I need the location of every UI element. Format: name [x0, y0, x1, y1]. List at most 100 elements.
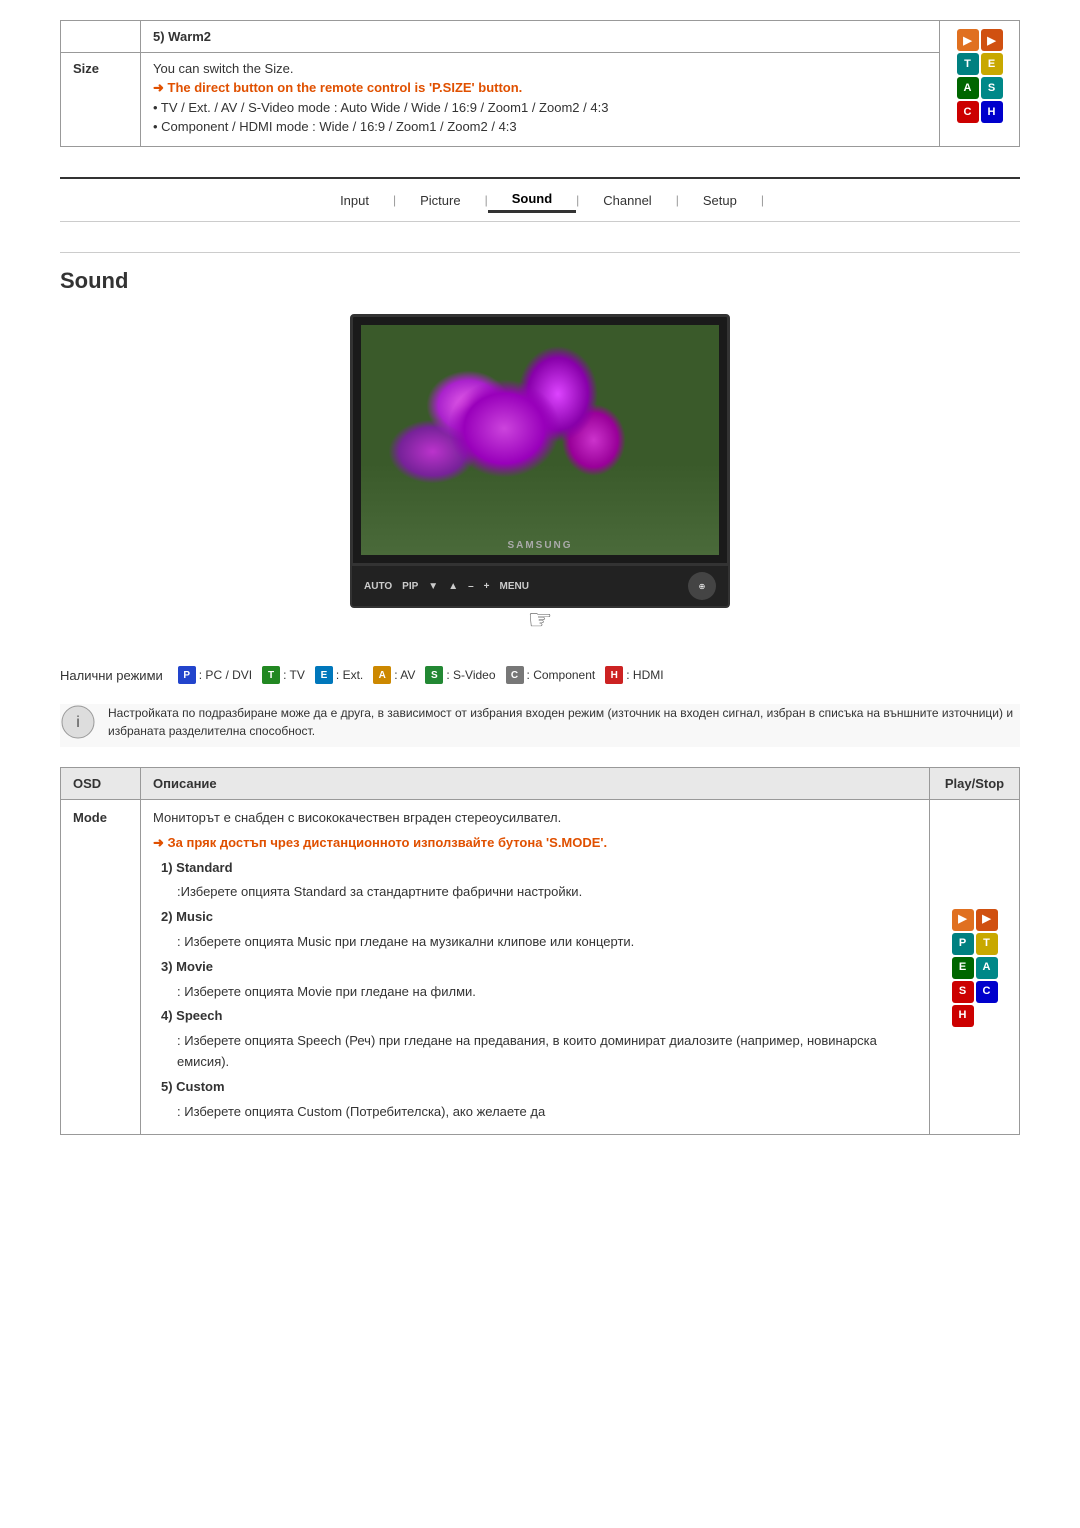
- desc-line-11: : Изберете опцията Custom (Потребителска…: [177, 1102, 917, 1123]
- icon-t: T: [262, 666, 280, 684]
- size-content-cell: You can switch the Size. ➜ The direct bu…: [141, 53, 940, 147]
- desc-line-0: Мониторът е снабден с висококачествен вг…: [153, 808, 917, 829]
- mode-badge-play2: ▶: [976, 909, 998, 931]
- mode-pc-dvi-text: : PC / DVI: [199, 668, 252, 682]
- size-label-text: Size: [73, 61, 99, 76]
- section-title: Sound: [60, 268, 1020, 294]
- size-tv: • TV / Ext. / AV / S-Video mode : Auto W…: [153, 100, 927, 115]
- icon-h: H: [605, 666, 623, 684]
- tv-illustration: SAMSUNG AUTO PIP ▼ ▲ – + MENU ⊕ ☞: [60, 314, 1020, 636]
- desc-line-2: 1) Standard: [161, 858, 917, 879]
- icon-s: S: [425, 666, 443, 684]
- nav-item-picture[interactable]: Picture: [396, 189, 484, 212]
- tv-wrapper: SAMSUNG AUTO PIP ▼ ▲ – + MENU ⊕ ☞: [350, 314, 730, 636]
- size-hdmi: • Component / HDMI mode : Wide / 16:9 / …: [153, 119, 927, 134]
- mode-badge-c: C: [976, 981, 998, 1003]
- note-text: Настройката по подразбиране може да е др…: [108, 704, 1020, 740]
- badge-c: C: [957, 101, 979, 123]
- tv-btn-up: ▲: [448, 581, 458, 592]
- source-icon: ⊕: [699, 582, 706, 591]
- nav-item-input[interactable]: Input: [316, 189, 393, 212]
- badge-play: ▶: [957, 29, 979, 51]
- icon-e: E: [315, 666, 333, 684]
- mode-pc-dvi: P : PC / DVI: [178, 666, 252, 684]
- desc-line-7: : Изберете опцията Movie при гледане на …: [177, 982, 917, 1003]
- col-header-osd: OSD: [61, 768, 141, 800]
- tv-btn-source: ⊕: [688, 572, 716, 600]
- main-table: OSD Описание Play/Stop Mode Мониторът е …: [60, 767, 1020, 1135]
- desc-line-4: 2) Music: [161, 907, 917, 928]
- badge-s: S: [981, 77, 1003, 99]
- mode-badge-a: A: [976, 957, 998, 979]
- mode-component: C : Component: [506, 666, 596, 684]
- mode-badge-play1: ▶: [952, 909, 974, 931]
- tv-flower-image: [361, 325, 719, 555]
- mode-hdmi: H : HDMI: [605, 666, 663, 684]
- mode-badge-h: H: [952, 1005, 974, 1027]
- warm2-label-cell: [61, 21, 141, 53]
- mode-ext: E : Ext.: [315, 666, 363, 684]
- note-box: i Настройката по подразбиране може да е …: [60, 704, 1020, 747]
- desc-line-5: : Изберете опцията Music при гледане на …: [177, 932, 917, 953]
- size-table: 5) Warm2 ▶ ▶ T E A S C H Size You: [60, 20, 1020, 147]
- mode-badge-p: P: [952, 933, 974, 955]
- desc-line-8: 4) Speech: [161, 1006, 917, 1027]
- svg-text:i: i: [76, 714, 80, 731]
- desc-line-10: 5) Custom: [161, 1077, 917, 1098]
- nav-item-setup[interactable]: Setup: [679, 189, 761, 212]
- modes-row: Налични режими P : PC / DVI T : TV E : E…: [60, 666, 1020, 684]
- mode-av-text: : AV: [394, 668, 415, 682]
- size-label-cell: Size: [61, 53, 141, 147]
- icon-p: P: [178, 666, 196, 684]
- badge-cell-top: ▶ ▶ T E A S C H: [940, 21, 1020, 147]
- mode-ext-text: : Ext.: [336, 668, 363, 682]
- mode-badge-e: E: [952, 957, 974, 979]
- desc-line-9: : Изберете опцията Speech (Реч) при глед…: [177, 1031, 917, 1073]
- tv-btn-menu: MENU: [500, 581, 529, 592]
- mode-av: A : AV: [373, 666, 415, 684]
- col-header-desc: Описание: [141, 768, 930, 800]
- tv-screen-area: SAMSUNG: [350, 314, 730, 566]
- icon-a: A: [373, 666, 391, 684]
- badge-grid-mode: ▶ ▶ P T E A S C H: [952, 909, 998, 1027]
- mode-svideo-text: : S-Video: [446, 668, 495, 682]
- mode-component-text: : Component: [527, 668, 596, 682]
- tv-screen: SAMSUNG: [361, 325, 719, 555]
- badge-h: H: [981, 101, 1003, 123]
- col-header-play: Play/Stop: [930, 768, 1020, 800]
- desc-line-6: 3) Movie: [161, 957, 917, 978]
- note-icon: i: [60, 704, 96, 747]
- mode-tv-text: : TV: [283, 668, 305, 682]
- size-direct: ➜ The direct button on the remote contro…: [153, 80, 927, 96]
- desc-mode: Мониторът е снабден с висококачествен вг…: [141, 800, 930, 1135]
- play-stop-mode: ▶ ▶ P T E A S C H: [930, 800, 1020, 1135]
- osd-mode: Mode: [61, 800, 141, 1135]
- modes-label: Налични режими: [60, 668, 163, 683]
- desc-line-1: ➜ За пряк достъп чрез дистанционното изп…: [153, 833, 917, 854]
- nav-sep-5: |: [761, 193, 764, 207]
- nav-item-channel[interactable]: Channel: [579, 189, 675, 212]
- mode-tv: T : TV: [262, 666, 305, 684]
- icon-c: C: [506, 666, 524, 684]
- nav-bar: Input | Picture | Sound | Channel | Setu…: [60, 177, 1020, 222]
- tv-brand-label: SAMSUNG: [507, 540, 572, 551]
- warm2-content-cell: 5) Warm2: [141, 21, 940, 53]
- badge-a: A: [957, 77, 979, 99]
- tv-btn-plus: +: [484, 581, 490, 592]
- desc-line-3: :Изберете опцията Standard за стандартни…: [177, 882, 917, 903]
- nav-item-sound[interactable]: Sound: [488, 187, 576, 213]
- tv-btn-auto: AUTO: [364, 581, 392, 592]
- badge-play2: ▶: [981, 29, 1003, 51]
- mode-badge-s: S: [952, 981, 974, 1003]
- section-divider: [60, 252, 1020, 253]
- mode-svideo: S : S-Video: [425, 666, 495, 684]
- mode-badge-t: T: [976, 933, 998, 955]
- tv-btn-pip: PIP: [402, 581, 418, 592]
- warm2-label: 5) Warm2: [153, 29, 211, 44]
- tv-btn-minus: –: [468, 581, 474, 592]
- tv-controls-bar: AUTO PIP ▼ ▲ – + MENU ⊕: [350, 566, 730, 608]
- mode-hdmi-text: : HDMI: [626, 668, 663, 682]
- modes-section: Налични режими P : PC / DVI T : TV E : E…: [60, 666, 1020, 684]
- badge-t: T: [957, 53, 979, 75]
- table-row-mode: Mode Мониторът е снабден с висококачеств…: [61, 800, 1020, 1135]
